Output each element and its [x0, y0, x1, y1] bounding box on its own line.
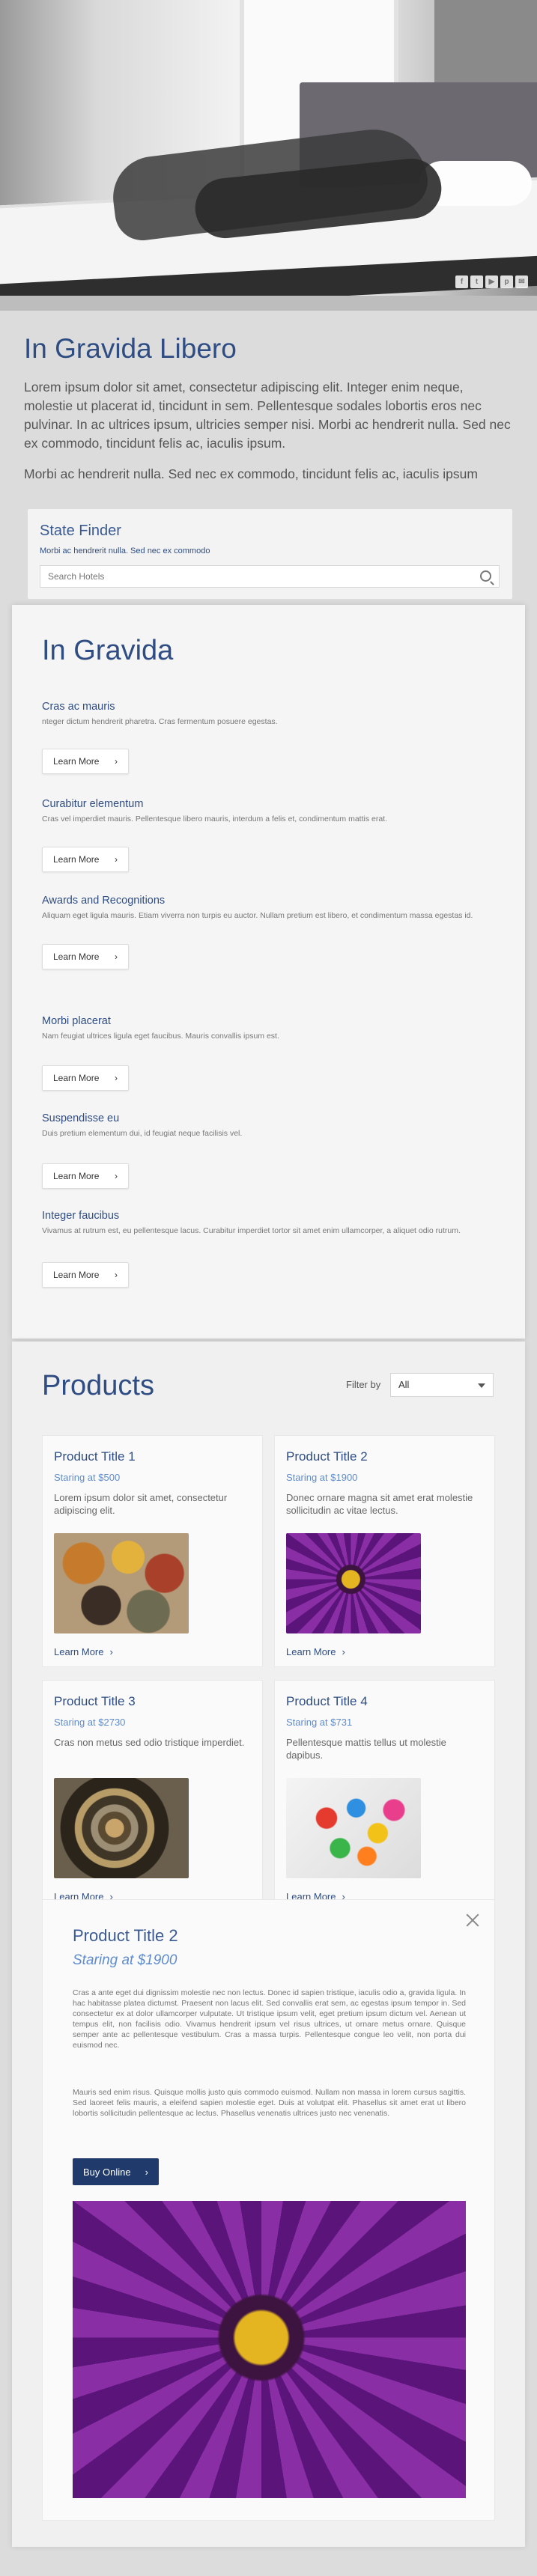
item-description: Duis pretium elementum dui, id feugiat n… [42, 1129, 243, 1138]
product-card[interactable]: Product Title 4 Staring at $731 Pellente… [274, 1680, 495, 1912]
product-detail-panel: Product Title 2 Staring at $1900 Cras a … [42, 1899, 495, 2521]
product-description: Lorem ipsum dolor sit amet, consectetur … [54, 1492, 228, 1516]
product-card[interactable]: Product Title 1 Staring at $500 Lorem ip… [42, 1435, 263, 1667]
list-item: Cras ac mauris nteger dictum hendrerit p… [42, 701, 499, 728]
chevron-right-icon: › [109, 1646, 113, 1657]
product-price: Staring at $1900 [286, 1472, 358, 1483]
chevron-right-icon: › [115, 756, 118, 767]
learn-more-button[interactable]: Learn More › [42, 1065, 129, 1091]
product-description: Pellentesque mattis tellus ut molestie d… [286, 1737, 446, 1761]
product-price: Staring at $2730 [54, 1717, 126, 1728]
chevron-right-icon: › [115, 1073, 118, 1083]
intro-paragraph: Morbi ac hendrerit nulla. Sed nec ex com… [24, 466, 478, 481]
detail-paragraph: Cras a ante eget dui dignissim molestie … [73, 1988, 466, 2050]
chevron-right-icon: › [342, 1646, 345, 1657]
section-title: In Gravida [42, 635, 174, 666]
twitter-icon[interactable]: t [470, 275, 483, 288]
products-section: Products Filter by All Product Title 1 S… [12, 1342, 525, 2547]
detail-price: Staring at $1900 [73, 1952, 178, 1968]
list-item: Morbi placerat Nam feugiat ultrices ligu… [42, 1015, 499, 1042]
buy-online-button[interactable]: Buy Online › [73, 2158, 159, 2185]
state-finder-title: State Finder [40, 523, 121, 539]
learn-more-label: Learn More [54, 1646, 104, 1657]
buy-online-label: Buy Online [83, 2166, 131, 2178]
chevron-right-icon: › [115, 951, 118, 962]
list-item: Awards and Recognitions Aliquam eget lig… [42, 895, 499, 922]
learn-more-label: Learn More [53, 951, 100, 962]
detail-title: Product Title 2 [73, 1926, 178, 1945]
chevron-right-icon: › [115, 854, 118, 865]
item-description: Vivamus at rutrum est, eu pellentesque l… [42, 1226, 461, 1235]
filter-value: All [398, 1379, 410, 1390]
product-title: Product Title 2 [286, 1449, 368, 1464]
learn-more-label: Learn More [53, 1171, 100, 1181]
learn-more-label: Learn More [53, 1073, 100, 1083]
learn-more-label: Learn More [53, 756, 100, 767]
state-finder-subtitle: Morbi ac hendrerit nulla. Sed nec ex com… [40, 546, 210, 555]
section-title: Products [42, 1370, 154, 1401]
item-title: Awards and Recognitions [42, 895, 166, 907]
learn-more-link[interactable]: Learn More › [286, 1646, 345, 1657]
learn-more-button[interactable]: Learn More › [42, 1163, 129, 1189]
product-description: Cras non metus sed odio tristique imperd… [54, 1737, 245, 1748]
product-description: Donec ornare magna sit amet erat molesti… [286, 1492, 473, 1516]
item-description: Aliquam eget ligula mauris. Etiam viverr… [42, 911, 473, 920]
search-input[interactable] [40, 566, 475, 587]
product-image-flower [286, 1533, 421, 1633]
chevron-right-icon: › [115, 1171, 118, 1181]
product-image-candy [286, 1778, 421, 1878]
product-title: Product Title 3 [54, 1694, 136, 1708]
product-card[interactable]: Product Title 2 Staring at $1900 Donec o… [274, 1435, 495, 1667]
intro-section: In Gravida Libero Lorem ipsum dolor sit … [24, 333, 515, 496]
search-icon[interactable] [480, 570, 491, 582]
product-price: Staring at $500 [54, 1472, 121, 1483]
close-icon[interactable] [466, 1913, 479, 1927]
intro-paragraph: Lorem ipsum dolor sit amet, consectetur … [24, 380, 511, 451]
product-card[interactable]: Product Title 3 Staring at $2730 Cras no… [42, 1680, 263, 1912]
list-item: Integer faucibus Vivamus at rutrum est, … [42, 1210, 499, 1237]
product-price: Staring at $731 [286, 1717, 353, 1728]
item-title: Curabitur elementum [42, 798, 144, 810]
search-box [40, 565, 500, 588]
detail-image-flower [73, 2201, 466, 2498]
learn-more-button[interactable]: Learn More › [42, 944, 129, 969]
product-title: Product Title 1 [54, 1449, 136, 1464]
detail-paragraph: Mauris sed enim risus. Quisque mollis ju… [73, 2088, 466, 2118]
learn-more-label: Learn More [53, 854, 100, 865]
youtube-icon[interactable]: ▶ [485, 275, 498, 288]
list-item: Curabitur elementum Cras vel imperdiet m… [42, 798, 499, 825]
item-title: Morbi placerat [42, 1015, 111, 1027]
item-title: Integer faucibus [42, 1210, 120, 1222]
email-icon[interactable]: ✉ [515, 275, 528, 288]
filter-label: Filter by [346, 1379, 381, 1390]
chevron-right-icon: › [115, 1270, 118, 1280]
hero-floor [0, 296, 537, 311]
learn-more-label: Learn More [53, 1270, 100, 1280]
filter-select[interactable]: All [390, 1373, 494, 1397]
in-gravida-section: In Gravida Cras ac mauris nteger dictum … [12, 605, 525, 1339]
pinterest-icon[interactable]: p [500, 275, 513, 288]
learn-more-link[interactable]: Learn More › [54, 1646, 113, 1657]
product-image-watch [54, 1778, 189, 1878]
chevron-right-icon: › [145, 2166, 148, 2178]
learn-more-button[interactable]: Learn More › [42, 847, 129, 872]
product-image-spices [54, 1533, 189, 1633]
item-description: Nam feugiat ultrices ligula eget faucibu… [42, 1032, 279, 1041]
learn-more-button[interactable]: Learn More › [42, 1262, 129, 1288]
product-title: Product Title 4 [286, 1694, 368, 1708]
state-finder: State Finder Morbi ac hendrerit nulla. S… [28, 509, 512, 599]
item-title: Suspendisse eu [42, 1112, 120, 1124]
learn-more-label: Learn More [286, 1646, 336, 1657]
facebook-icon[interactable]: f [455, 275, 468, 288]
item-description: Cras vel imperdiet mauris. Pellentesque … [42, 814, 388, 823]
social-links: f t ▶ p ✉ [455, 275, 528, 288]
hero-banner: f t ▶ p ✉ [0, 0, 537, 311]
item-title: Cras ac mauris [42, 701, 115, 713]
page-title: In Gravida Libero [24, 333, 237, 364]
item-description: nteger dictum hendrerit pharetra. Cras f… [42, 717, 278, 726]
list-item: Suspendisse eu Duis pretium elementum du… [42, 1112, 499, 1139]
learn-more-button[interactable]: Learn More › [42, 749, 129, 774]
chevron-down-icon [478, 1383, 485, 1388]
